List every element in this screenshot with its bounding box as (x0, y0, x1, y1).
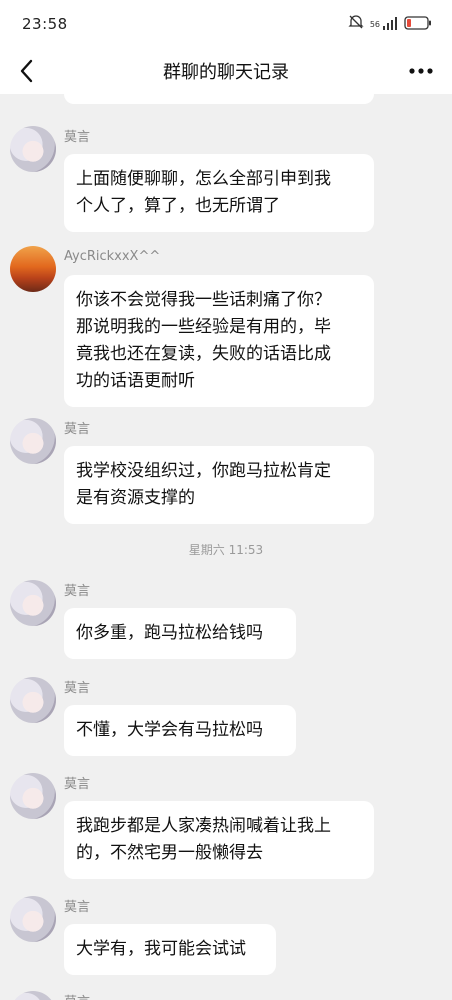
sender-name: 莫言 (64, 991, 90, 1000)
status-bar: 23:58 56 (0, 0, 452, 48)
message-line: 竟我也还在复读，失败的话语比成 (76, 344, 331, 364)
top-nav-bar: 群聊的聊天记录 (0, 48, 452, 94)
message-bubble[interactable]: 不懂，大学会有马拉松吗 (64, 705, 296, 756)
message-line: 是有资源支撑的 (76, 488, 195, 508)
signal-label: 56 (369, 19, 380, 29)
message-line: 功的话语更耐听 (76, 371, 195, 391)
avatar[interactable] (10, 246, 56, 292)
message-line: 那说明我的一些经验是有用的，毕 (76, 317, 331, 337)
signal-icon (382, 15, 398, 34)
timestamp-divider: 星期六 11:53 (188, 543, 264, 557)
message-bubble[interactable]: 你多重，跑马拉松给钱吗 (64, 608, 296, 659)
message-line: 我学校没组织过，你跑马拉松肯定 (76, 461, 331, 481)
battery-icon (404, 15, 432, 34)
sender-name: 莫言 (64, 777, 91, 792)
message-bubble[interactable]: 上面随便聊聊，怎么全部引申到我 个人了，算了，也无所谓了 (64, 154, 374, 232)
message-line: 不懂，大学会有马拉松吗 (76, 720, 263, 740)
page-title: 群聊的聊天记录 (163, 62, 289, 83)
sender-name: AycRickxxX^^ (64, 249, 161, 264)
message-bubble-partial (64, 94, 374, 104)
mute-icon (348, 14, 364, 34)
sender-name: 莫言 (64, 130, 91, 145)
sender-name: 莫言 (64, 422, 91, 437)
message-line: 我跑步都是人家凑热闹喊着让我上 (76, 816, 331, 836)
message-line: 个人了，算了，也无所谓了 (76, 196, 280, 216)
avatar[interactable] (10, 991, 56, 1000)
message-bubble[interactable]: 大学有，我可能会试试 (64, 924, 276, 975)
avatar[interactable] (10, 896, 56, 942)
message-bubble[interactable]: 你该不会觉得我一些话刺痛了你？ 那说明我的一些经验是有用的，毕 竟我也还在复读，… (64, 275, 374, 407)
message-line: 你该不会觉得我一些话刺痛了你？ (76, 290, 331, 310)
message-line: 上面随便聊聊，怎么全部引申到我 (76, 169, 331, 189)
message-line: 你多重，跑马拉松给钱吗 (76, 623, 263, 643)
chat-history-list[interactable]: 莫言 上面随便聊聊，怎么全部引申到我 个人了，算了，也无所谓了 AycRickx… (0, 94, 452, 1000)
sender-name: 莫言 (64, 900, 91, 915)
message-line: 大学有，我可能会试试 (76, 939, 246, 959)
more-horizontal-icon (409, 68, 433, 74)
status-icons: 56 (348, 14, 432, 34)
message-bubble[interactable]: 我学校没组织过，你跑马拉松肯定 是有资源支撑的 (64, 446, 374, 524)
message-bubble[interactable]: 我跑步都是人家凑热闹喊着让我上 的，不然宅男一般懒得去 (64, 801, 374, 879)
status-time: 23:58 (22, 15, 68, 33)
avatar[interactable] (10, 773, 56, 819)
more-button[interactable] (404, 56, 438, 86)
avatar[interactable] (10, 677, 56, 723)
avatar[interactable] (10, 418, 56, 464)
sender-name: 莫言 (64, 681, 91, 696)
avatar[interactable] (10, 580, 56, 626)
message-line: 的，不然宅男一般懒得去 (76, 843, 263, 863)
sender-name: 莫言 (64, 584, 91, 599)
avatar[interactable] (10, 126, 56, 172)
